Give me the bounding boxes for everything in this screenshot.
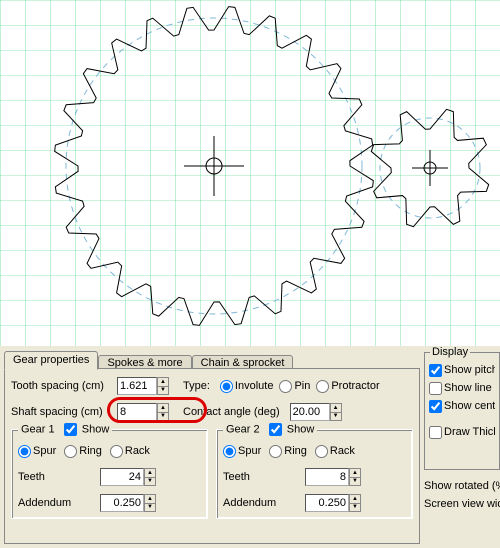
gear1-ring-radio[interactable] xyxy=(64,445,77,458)
tooth-spacing-input[interactable] xyxy=(117,377,157,395)
gear2-rack-radio[interactable] xyxy=(315,445,328,458)
gear2-rack-label: Rack xyxy=(330,445,355,457)
shaft-spacing-spinner[interactable]: ▲▼ xyxy=(157,403,169,421)
tab-gear-properties[interactable]: Gear properties xyxy=(4,351,98,370)
type-protractor-label: Protractor xyxy=(331,380,379,392)
draw-thicker-label: Draw Thicker xyxy=(444,426,495,438)
type-pin-label: Pin xyxy=(294,380,310,392)
draw-thicker-check[interactable] xyxy=(429,426,442,439)
tooth-spacing-label: Tooth spacing (cm) xyxy=(11,380,113,392)
contact-angle-spinner[interactable]: ▲▼ xyxy=(330,403,342,421)
type-pin-radio[interactable] xyxy=(279,380,292,393)
screen-view-label: Screen view widt xyxy=(424,498,500,510)
contact-angle-label: Contact angle (deg) xyxy=(183,406,280,418)
gear2-spur-label: Spur xyxy=(238,445,261,457)
type-label: Type: xyxy=(183,380,210,392)
gear2-group: Gear 2 Show Spur Ring Rack Teeth ▲▼ xyxy=(216,429,413,519)
gear2-addendum-spinner[interactable]: ▲▼ xyxy=(349,494,361,512)
gear2-ring-radio[interactable] xyxy=(269,445,282,458)
show-center-label: Show center xyxy=(444,400,495,412)
gear-canvas[interactable] xyxy=(0,0,500,346)
shaft-spacing-input[interactable] xyxy=(117,403,157,421)
show-line-label: Show line of c xyxy=(444,382,495,394)
tooth-spacing-spinner[interactable]: ▲▼ xyxy=(157,377,169,395)
display-title: Display xyxy=(430,346,470,358)
gear2-addendum-input[interactable] xyxy=(305,494,349,512)
gear1-addendum-label: Addendum xyxy=(18,497,96,509)
gear1-show-check[interactable] xyxy=(64,423,77,436)
gear2-addendum-label: Addendum xyxy=(223,497,301,509)
gear1-teeth-input[interactable] xyxy=(100,468,144,486)
display-panel: Display Show pitch d Show line of c Show… xyxy=(424,352,500,544)
contact-angle-input[interactable] xyxy=(290,403,330,421)
gear2-teeth-spinner[interactable]: ▲▼ xyxy=(349,468,361,486)
gear1-ring-label: Ring xyxy=(79,445,102,457)
type-involute-radio[interactable] xyxy=(220,380,233,393)
show-line-check[interactable] xyxy=(429,382,442,395)
gear2-ring-label: Ring xyxy=(284,445,307,457)
type-involute-label: Involute xyxy=(235,380,274,392)
gear2-spur-radio[interactable] xyxy=(223,445,236,458)
gear2-show-check[interactable] xyxy=(269,423,282,436)
gear1-addendum-input[interactable] xyxy=(100,494,144,512)
shaft-spacing-label: Shaft spacing (cm) xyxy=(11,406,113,418)
gear1-group: Gear 1 Show Spur Ring Rack Teeth ▲▼ xyxy=(11,429,208,519)
show-pitch-label: Show pitch d xyxy=(444,364,495,376)
gear1-spur-radio[interactable] xyxy=(18,445,31,458)
gear2-show-label: Show xyxy=(287,423,315,435)
gear2-teeth-label: Teeth xyxy=(223,471,301,483)
type-protractor-radio[interactable] xyxy=(316,380,329,393)
gear-properties-panel: Tooth spacing (cm) ▲▼ Type: Involute Pin… xyxy=(4,368,420,544)
show-center-check[interactable] xyxy=(429,400,442,413)
gear1-addendum-spinner[interactable]: ▲▼ xyxy=(144,494,156,512)
tab-strip: Gear properties Spokes & more Chain & sp… xyxy=(4,350,293,369)
gear1-rack-label: Rack xyxy=(125,445,150,457)
show-pitch-check[interactable] xyxy=(429,364,442,377)
gear1-teeth-spinner[interactable]: ▲▼ xyxy=(144,468,156,486)
gear1-show-label: Show xyxy=(82,423,110,435)
gear2-title: Gear 2 xyxy=(226,423,260,435)
gear1-rack-radio[interactable] xyxy=(110,445,123,458)
gear1-teeth-label: Teeth xyxy=(18,471,96,483)
gear1-spur-label: Spur xyxy=(33,445,56,457)
gear2-teeth-input[interactable] xyxy=(305,468,349,486)
show-rotated-label: Show rotated (% o xyxy=(424,480,500,492)
gear1-title: Gear 1 xyxy=(21,423,55,435)
